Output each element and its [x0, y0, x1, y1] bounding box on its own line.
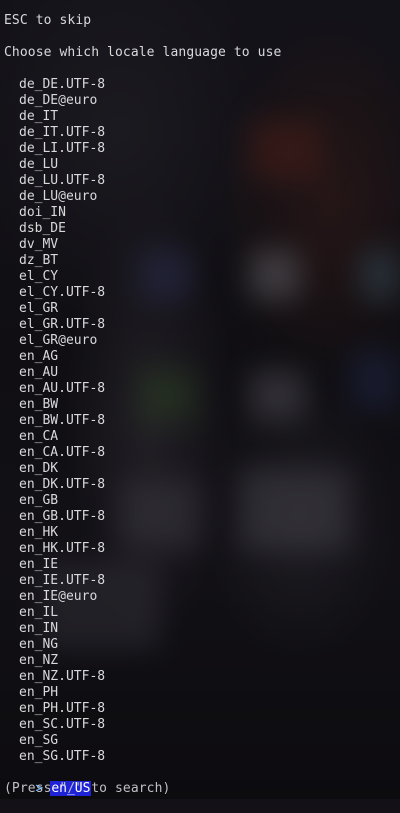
locale-option[interactable]: en_SG — [0, 733, 105, 749]
locale-option[interactable]: el_CY.UTF-8 — [0, 285, 105, 301]
locale-option[interactable]: en_GB — [0, 493, 105, 509]
locale-option[interactable]: en_IE.UTF-8 — [0, 573, 105, 589]
search-hint: (Press "/" to search) — [4, 781, 171, 796]
locale-option[interactable]: dsb_DE — [0, 221, 105, 237]
locale-option[interactable]: en_PH — [0, 685, 105, 701]
locale-option[interactable]: en_DK.UTF-8 — [0, 477, 105, 493]
locale-option[interactable]: doi_IN — [0, 205, 105, 221]
locale-option[interactable]: el_CY — [0, 269, 105, 285]
locale-option[interactable]: en_IE@euro — [0, 589, 105, 605]
locale-option[interactable]: de_LU@euro — [0, 189, 105, 205]
locale-option[interactable]: en_IL — [0, 605, 105, 621]
locale-option[interactable]: en_AG — [0, 349, 105, 365]
locale-option[interactable]: de_DE@euro — [0, 93, 105, 109]
locale-option[interactable]: en_SG.UTF-8 — [0, 749, 105, 765]
locale-option[interactable]: en_HK.UTF-8 — [0, 541, 105, 557]
locale-option[interactable]: en_CA.UTF-8 — [0, 445, 105, 461]
locale-option[interactable]: en_NZ — [0, 653, 105, 669]
locale-option[interactable]: el_GR — [0, 301, 105, 317]
locale-option[interactable]: dz_BT — [0, 253, 105, 269]
locale-option[interactable]: el_GR@euro — [0, 333, 105, 349]
locale-option[interactable]: en_HK — [0, 525, 105, 541]
locale-option[interactable]: en_NZ.UTF-8 — [0, 669, 105, 685]
locale-option[interactable]: el_GR.UTF-8 — [0, 317, 105, 333]
prompt-title: Choose which locale language to use — [4, 45, 282, 60]
locale-option[interactable]: en_IN — [0, 621, 105, 637]
locale-option[interactable]: en_AU — [0, 365, 105, 381]
locale-option[interactable]: de_DE.UTF-8 — [0, 77, 105, 93]
locale-option[interactable]: de_LU.UTF-8 — [0, 173, 105, 189]
locale-list[interactable]: de_DE.UTF-8 de_DE@euro de_IT de_IT.UTF-8 de_… — [0, 77, 105, 765]
locale-option[interactable]: en_NG — [0, 637, 105, 653]
locale-option[interactable]: en_BW.UTF-8 — [0, 413, 105, 429]
locale-option[interactable]: en_CA — [0, 429, 105, 445]
locale-option[interactable]: en_SC.UTF-8 — [0, 717, 105, 733]
locale-option[interactable]: en_IE — [0, 557, 105, 573]
locale-option[interactable]: de_LU — [0, 157, 105, 173]
locale-option[interactable]: de_IT — [0, 109, 105, 125]
locale-option[interactable]: en_AU.UTF-8 — [0, 381, 105, 397]
locale-option[interactable]: en_PH.UTF-8 — [0, 701, 105, 717]
skip-hint: ESC to skip — [4, 13, 92, 28]
terminal-window[interactable]: ESC to skip Choose which locale language… — [0, 0, 400, 799]
selected-locale-row[interactable]: > en_US — [4, 765, 92, 796]
locale-option[interactable]: en_BW — [0, 397, 105, 413]
locale-option[interactable]: dv_MV — [0, 237, 105, 253]
locale-option[interactable]: en_GB.UTF-8 — [0, 509, 105, 525]
locale-option[interactable]: de_IT.UTF-8 — [0, 125, 105, 141]
locale-option[interactable]: en_DK — [0, 461, 105, 477]
locale-option[interactable]: de_LI.UTF-8 — [0, 141, 105, 157]
